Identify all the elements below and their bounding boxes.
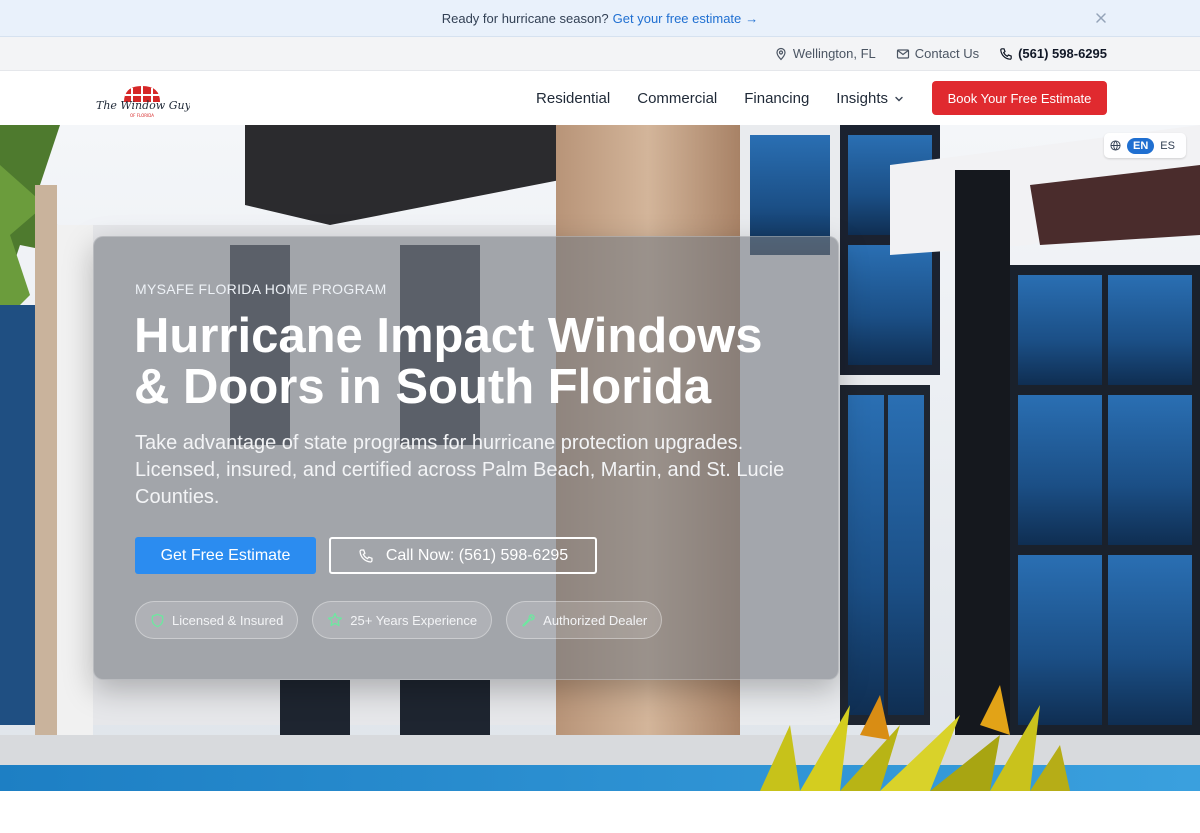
phone-icon <box>358 548 374 564</box>
contact-link[interactable]: Contact Us <box>896 46 979 61</box>
announcement-bar: Ready for hurricane season? Get your fre… <box>0 0 1200 37</box>
hero-title-line2: & Doors in South Florida <box>134 360 712 414</box>
main-nav: The Window Guys OF FLORIDA Residential C… <box>0 72 1200 125</box>
hero-title-line1: Hurricane Impact Windows <box>134 309 763 363</box>
announcement-text: Ready for hurricane season? <box>441 10 609 26</box>
call-now-label: Call Now: (561) 598-6295 <box>385 546 569 564</box>
contact-label: Contact Us <box>914 46 980 61</box>
wrench-icon <box>521 613 536 628</box>
nav-residential-label: Residential <box>536 90 611 107</box>
phone-number: (561) 598-6295 <box>1018 46 1107 61</box>
badge-experience: 25+ Years Experience <box>312 601 493 639</box>
arrow-right-icon: → <box>745 10 759 26</box>
get-free-estimate-button[interactable]: Get Free Estimate <box>135 537 316 574</box>
trust-badges: Licensed & Insured 25+ Years Experience … <box>135 601 663 639</box>
hero-subtitle: Take advantage of state programs for hur… <box>135 432 785 508</box>
announcement-link[interactable]: Get your free estimate → <box>613 11 759 26</box>
badge-licensed: Licensed & Insured <box>135 601 299 639</box>
announcement-link-label: Get your free estimate <box>612 10 742 26</box>
phone-link[interactable]: (561) 598-6295 <box>999 46 1107 61</box>
nav-insights-label: Insights <box>836 90 888 107</box>
call-now-button[interactable]: Call Now: (561) 598-6295 <box>329 537 597 574</box>
shield-icon <box>150 613 165 628</box>
nav-links: Residential Commercial Financing Insight… <box>536 72 904 125</box>
star-icon <box>327 612 343 628</box>
hero-eyebrow: MYSAFE FLORIDA HOME PROGRAM <box>135 281 387 297</box>
nav-insights[interactable]: Insights <box>836 90 904 107</box>
location-item: Wellington, FL <box>774 46 876 61</box>
lang-es-button[interactable]: ES <box>1160 140 1175 152</box>
chevron-down-icon <box>894 94 904 104</box>
svg-text:The Window Guys: The Window Guys <box>96 99 190 112</box>
badge-experience-label: 25+ Years Experience <box>350 612 478 628</box>
map-pin-icon <box>774 47 788 61</box>
lang-en-button[interactable]: EN <box>1127 137 1155 154</box>
utility-bar: Wellington, FL Contact Us (561) 598-6295 <box>0 37 1200 71</box>
mail-icon <box>896 47 910 61</box>
nav-commercial-label: Commercial <box>637 90 718 107</box>
logo[interactable]: The Window Guys OF FLORIDA <box>94 80 190 120</box>
svg-text:OF FLORIDA: OF FLORIDA <box>130 113 154 118</box>
badge-dealer-label: Authorized Dealer <box>543 612 648 628</box>
location-text: Wellington, FL <box>792 46 876 61</box>
close-icon[interactable] <box>1094 11 1108 25</box>
nav-financing-label: Financing <box>744 90 810 107</box>
hero-title: Hurricane Impact Windows & Doors in Sout… <box>134 311 794 413</box>
book-estimate-button[interactable]: Book Your Free Estimate <box>932 81 1107 115</box>
nav-financing[interactable]: Financing <box>744 90 809 107</box>
badge-licensed-label: Licensed & Insured <box>172 612 284 628</box>
phone-icon <box>999 47 1013 61</box>
hero-card: MYSAFE FLORIDA HOME PROGRAM Hurricane Im… <box>93 236 839 680</box>
globe-icon <box>1110 140 1121 151</box>
language-switcher: EN ES <box>1104 133 1186 158</box>
nav-residential[interactable]: Residential <box>536 90 610 107</box>
badge-dealer: Authorized Dealer <box>506 601 663 639</box>
nav-commercial[interactable]: Commercial <box>637 90 717 107</box>
hero-section: EN ES MYSAFE FLORIDA HOME PROGRAM Hurric… <box>0 125 1200 791</box>
